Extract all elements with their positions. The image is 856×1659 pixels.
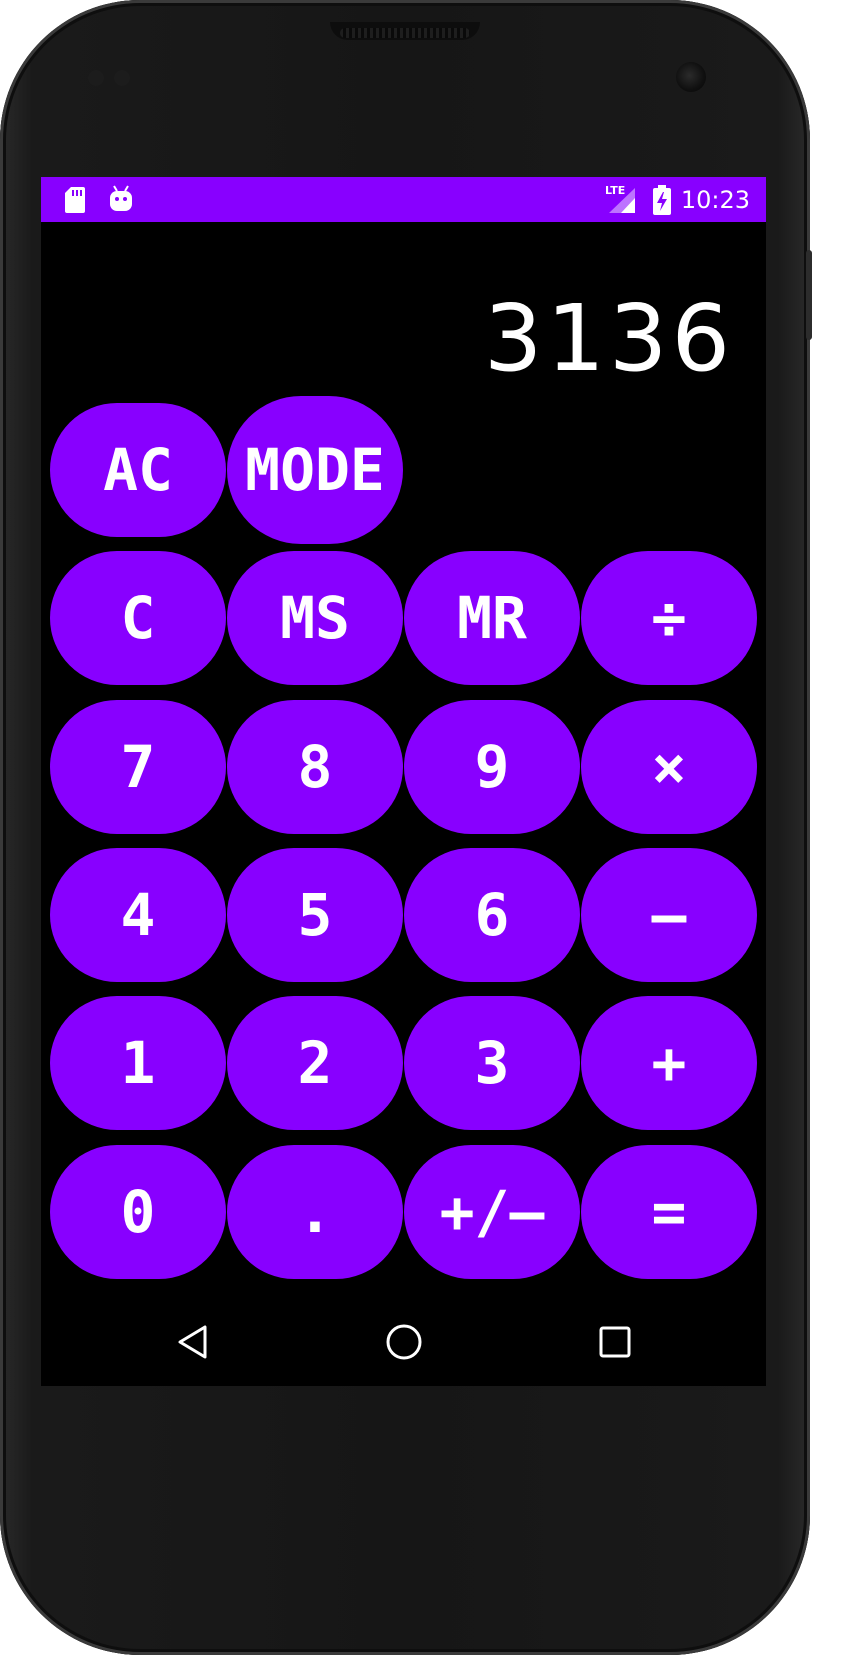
divide-button[interactable]: ÷ [581, 551, 757, 685]
digit-6-button[interactable]: 6 [404, 848, 580, 982]
equals-button[interactable]: = [581, 1145, 757, 1279]
digit-9-button[interactable]: 9 [404, 700, 580, 834]
android-debug-icon [109, 185, 133, 217]
all-clear-button[interactable]: AC [50, 403, 226, 537]
result-display: 3136 [483, 285, 734, 392]
digit-8-button[interactable]: 8 [227, 700, 403, 834]
front-camera [676, 62, 706, 92]
clear-button[interactable]: C [50, 551, 226, 685]
status-clock: 10:23 [680, 186, 750, 214]
battery-charging-icon [653, 185, 671, 219]
add-button[interactable]: + [581, 996, 757, 1130]
digit-1-button[interactable]: 1 [50, 996, 226, 1130]
digit-2-button[interactable]: 2 [227, 996, 403, 1130]
digit-5-button[interactable]: 5 [227, 848, 403, 982]
memory-recall-button[interactable]: MR [404, 551, 580, 685]
earpiece-speaker [340, 28, 470, 38]
subtract-button[interactable]: – [581, 848, 757, 982]
light-sensor [114, 70, 130, 86]
status-bar: LTE 10:23 [41, 177, 766, 222]
digit-3-button[interactable]: 3 [404, 996, 580, 1130]
power-key [806, 250, 812, 340]
digit-4-button[interactable]: 4 [50, 848, 226, 982]
decimal-point-button[interactable]: . [227, 1145, 403, 1279]
lte-signal-icon: LTE [605, 184, 637, 214]
mode-button[interactable]: MODE [227, 396, 403, 544]
navigation-bar [41, 1296, 766, 1386]
negate-button[interactable]: +/– [404, 1145, 580, 1279]
multiply-button[interactable]: × [581, 700, 757, 834]
digit-0-button[interactable]: 0 [50, 1145, 226, 1279]
sd-card-icon [65, 187, 85, 217]
proximity-sensor [88, 70, 104, 86]
recents-icon[interactable] [593, 1320, 637, 1364]
screen: LTE 10:23 3136 AC MODE C MS MR ÷ 7 8 9 ×… [41, 177, 766, 1386]
digit-7-button[interactable]: 7 [50, 700, 226, 834]
home-icon[interactable] [382, 1320, 426, 1364]
phone-frame: LTE 10:23 3136 AC MODE C MS MR ÷ 7 8 9 ×… [0, 0, 812, 1655]
back-icon[interactable] [171, 1320, 215, 1364]
memory-store-button[interactable]: MS [227, 551, 403, 685]
network-type-label: LTE [605, 184, 626, 197]
